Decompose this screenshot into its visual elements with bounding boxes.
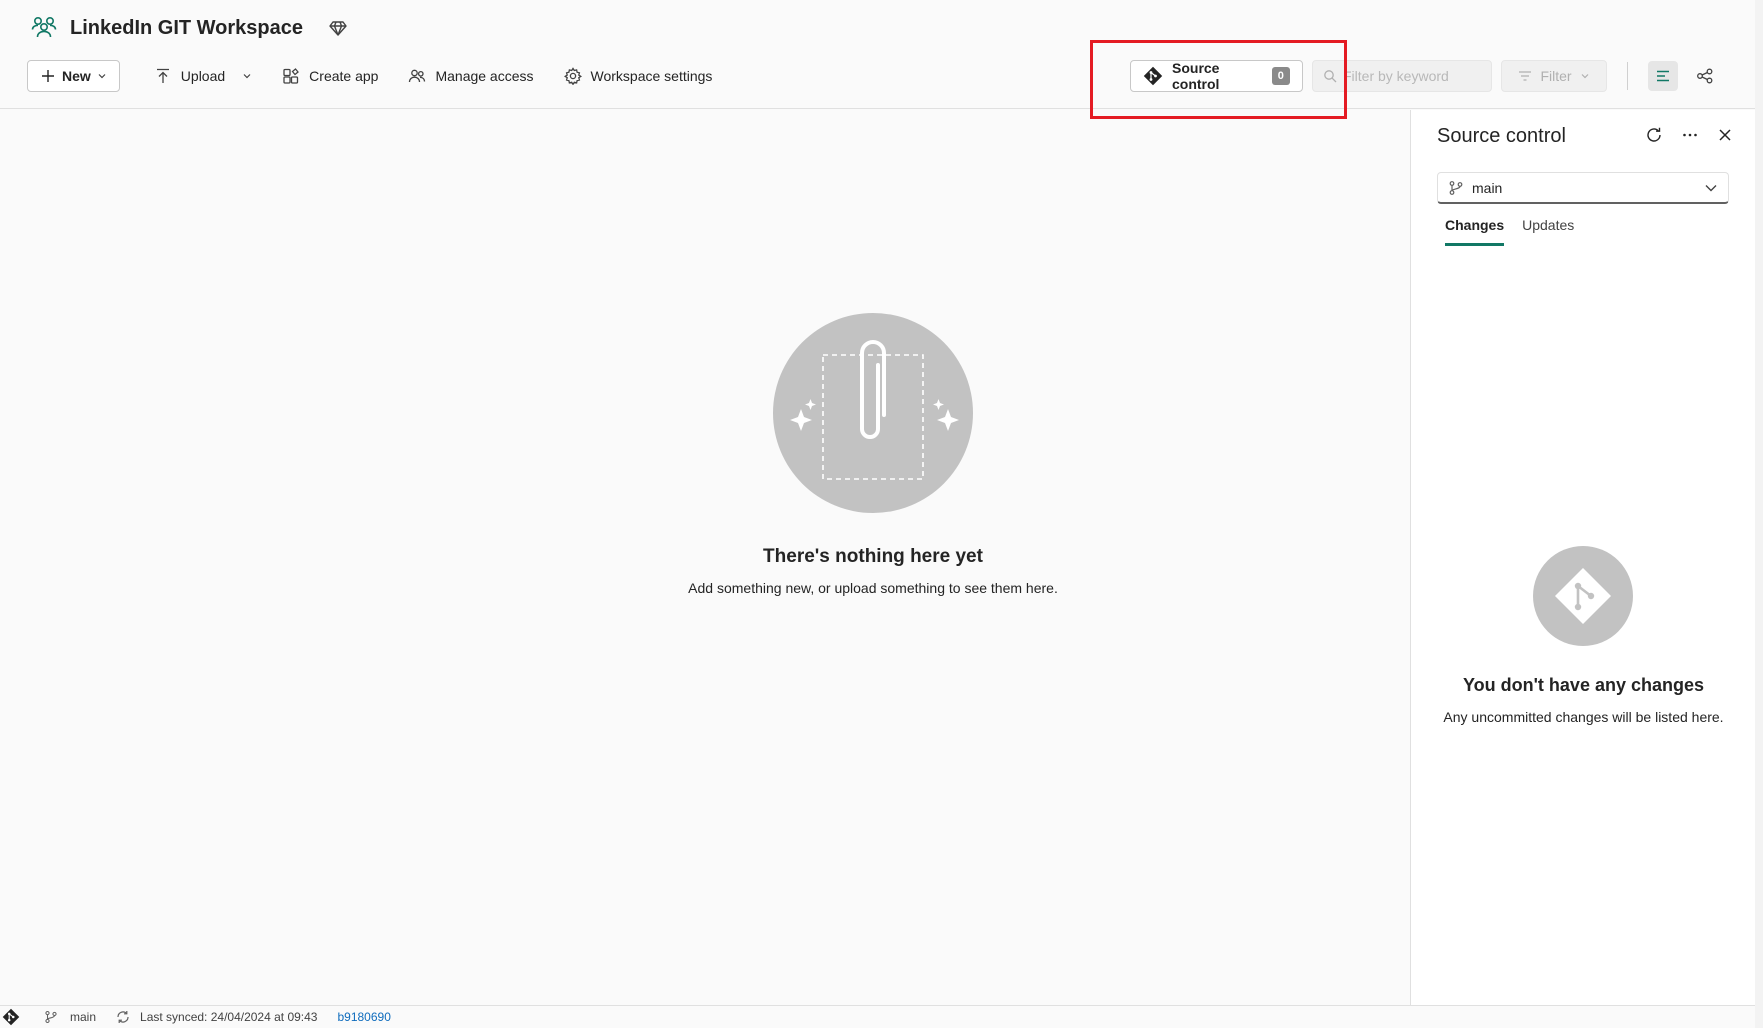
chevron-down-icon [1704, 181, 1718, 195]
list-view-button[interactable] [1648, 61, 1678, 91]
status-sync: Last synced: 24/04/2024 at 09:43 [116, 1010, 317, 1024]
workspace-header: LinkedIn GIT Workspace New Upload Create… [0, 0, 1755, 109]
empty-state-title: There's nothing here yet [763, 546, 983, 567]
status-bar: main Last synced: 24/04/2024 at 09:43 b9… [0, 1005, 1755, 1028]
lineage-icon [1696, 67, 1714, 85]
panel-empty-subtitle: Any uncommitted changes will be listed h… [1443, 709, 1724, 725]
status-git-icon[interactable] [2, 1008, 20, 1026]
panel-actions [1645, 126, 1733, 144]
status-branch[interactable]: main [44, 1010, 96, 1024]
create-app-button[interactable]: Create app [276, 60, 384, 92]
source-control-count-badge: 0 [1271, 67, 1290, 85]
manage-access-button[interactable]: Manage access [402, 60, 539, 92]
panel-title: Source control [1437, 125, 1566, 147]
toolbar-right: Source control 0 Filter [1130, 59, 1720, 93]
commit-hash-link[interactable]: b9180690 [337, 1010, 390, 1024]
branch-name: main [1472, 179, 1503, 196]
chevron-down-icon [1580, 71, 1590, 81]
workspace-settings-button[interactable]: Workspace settings [558, 60, 719, 92]
workspace-toolbar: New Upload Create app Manage access Work… [27, 59, 736, 93]
close-icon[interactable] [1717, 127, 1733, 143]
branch-icon [1448, 180, 1464, 196]
filter-keyword-search[interactable] [1312, 60, 1492, 92]
git-icon [1143, 66, 1163, 86]
source-control-button[interactable]: Source control 0 [1130, 60, 1303, 92]
branch-selector[interactable]: main [1437, 172, 1729, 204]
upload-button-label: Upload [180, 68, 226, 84]
more-options-icon[interactable] [1681, 126, 1699, 144]
gear-icon [563, 67, 582, 85]
plus-icon [40, 68, 56, 84]
tab-changes[interactable]: Changes [1445, 217, 1505, 246]
refresh-icon[interactable] [1645, 126, 1663, 144]
chevron-down-icon [97, 71, 107, 81]
filter-button-label: Filter [1540, 68, 1572, 84]
page-scrollbar[interactable] [1755, 0, 1763, 1028]
panel-empty-title: You don't have any changes [1463, 675, 1704, 695]
search-icon [1323, 69, 1337, 83]
filter-keyword-input[interactable] [1343, 68, 1483, 84]
empty-state-subtitle: Add something new, or upload something t… [688, 580, 1058, 596]
source-control-label: Source control [1172, 60, 1220, 92]
upload-button[interactable]: Upload [148, 60, 258, 92]
sync-icon [116, 1010, 130, 1024]
manage-access-label: Manage access [435, 68, 534, 84]
filter-icon [1518, 69, 1532, 83]
status-branch-name: main [70, 1010, 97, 1024]
workspace-settings-label: Workspace settings [590, 68, 713, 84]
new-button[interactable]: New [27, 60, 120, 92]
last-synced-text: Last synced: 24/04/2024 at 09:43 [140, 1010, 318, 1024]
tab-updates[interactable]: Updates [1522, 217, 1574, 246]
source-control-panel: Source control main Changes Updates You … [1410, 110, 1755, 1005]
create-app-label: Create app [309, 68, 379, 84]
upload-icon [154, 67, 172, 85]
workspace-people-icon [30, 14, 58, 42]
workspace-title: LinkedIn GIT Workspace [70, 16, 304, 39]
new-button-label: New [62, 68, 91, 84]
paperclip-illustration-icon [773, 313, 973, 513]
chevron-down-icon [242, 71, 252, 81]
diamond-icon[interactable] [329, 19, 347, 37]
list-view-icon [1654, 67, 1672, 85]
lineage-view-button[interactable] [1690, 61, 1720, 91]
git-illustration-icon [1533, 546, 1633, 646]
workspace-title-row: LinkedIn GIT Workspace [30, 12, 347, 44]
app-icon [282, 67, 300, 85]
branch-icon [44, 1010, 58, 1024]
people-icon [408, 67, 426, 85]
panel-tabs: Changes Updates [1445, 217, 1574, 246]
toolbar-divider [1627, 62, 1628, 90]
filter-button[interactable]: Filter [1501, 60, 1607, 92]
